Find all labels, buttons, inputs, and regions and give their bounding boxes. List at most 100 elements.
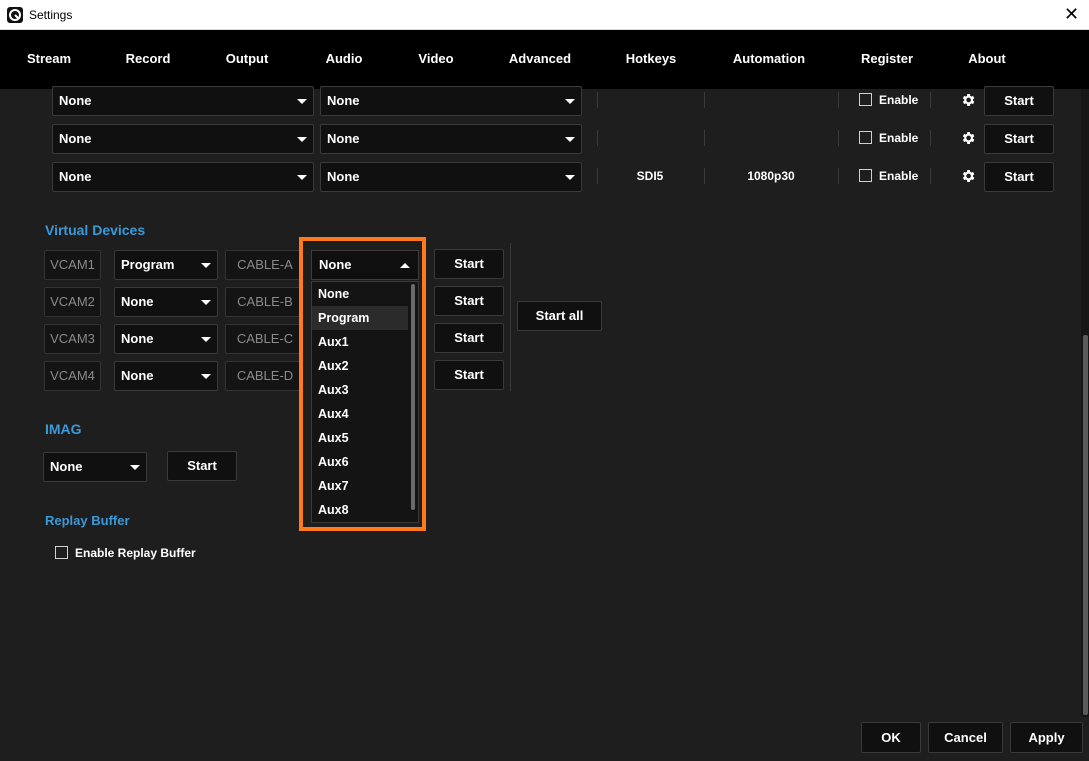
enable-checkbox[interactable] [859, 93, 872, 106]
vcam-start-button[interactable]: Start [434, 323, 504, 353]
divider [930, 168, 931, 184]
divider [704, 92, 705, 108]
divider [838, 92, 839, 108]
dropdown-option[interactable]: Aux2 [312, 354, 408, 378]
start-button[interactable]: Start [984, 86, 1054, 116]
gear-icon[interactable] [960, 168, 976, 184]
select-value: None [59, 169, 92, 184]
vcam-start-button[interactable]: Start [434, 360, 504, 390]
select-value: None [121, 368, 154, 383]
ok-button[interactable]: OK [861, 722, 921, 753]
vcam-start-button[interactable]: Start [434, 249, 504, 279]
vcam-cable: CABLE-A [225, 250, 305, 280]
enable-checkbox[interactable] [859, 131, 872, 144]
apply-button[interactable]: Apply [1010, 722, 1083, 753]
divider [597, 168, 598, 184]
gear-icon[interactable] [960, 130, 976, 146]
divider [838, 168, 839, 184]
tab-register[interactable]: Register [851, 30, 923, 89]
enable-label: Enable [879, 93, 919, 107]
chevron-down-icon [297, 99, 307, 104]
vcam-start-button[interactable]: Start [434, 286, 504, 316]
tab-stream[interactable]: Stream [15, 30, 83, 89]
tab-about[interactable]: About [958, 30, 1016, 89]
imag-heading: IMAG [45, 421, 82, 437]
chevron-down-icon [565, 99, 575, 104]
dropdown-option[interactable]: Aux8 [312, 498, 408, 522]
enable-checkbox[interactable] [859, 169, 872, 182]
replay-buffer-heading: Replay Buffer [45, 513, 130, 528]
tab-advanced[interactable]: Advanced [500, 30, 580, 89]
vcam-name: VCAM2 [44, 287, 101, 317]
enable-label: Enable [879, 131, 919, 145]
output-source-select[interactable]: None [52, 86, 314, 116]
vcam-source-select[interactable]: None [114, 361, 218, 391]
dropdown-option[interactable]: Aux3 [312, 378, 408, 402]
enable-label: Enable [879, 169, 919, 183]
divider [838, 130, 839, 146]
output-dropdown-highlight: None None Program Aux1 Aux2 Aux3 Aux4 Au… [299, 237, 426, 531]
chevron-down-icon [201, 300, 211, 305]
scrollbar-thumb[interactable] [1083, 335, 1088, 715]
enable-replay-buffer-checkbox[interactable] [55, 546, 68, 559]
output-target-select[interactable]: None [320, 162, 582, 192]
chevron-down-icon [201, 263, 211, 268]
output-select-open[interactable]: None [311, 250, 419, 280]
dropdown-scrollbar[interactable] [411, 284, 415, 510]
tab-video[interactable]: Video [406, 30, 466, 89]
dropdown-option[interactable]: Aux6 [312, 450, 408, 474]
start-button[interactable]: Start [984, 162, 1054, 192]
vcam-source-select[interactable]: None [114, 324, 218, 354]
divider [704, 130, 705, 146]
tab-output[interactable]: Output [197, 30, 297, 90]
output-target-select[interactable]: None [320, 124, 582, 154]
divider [597, 92, 598, 108]
chevron-down-icon [201, 337, 211, 342]
virtual-devices-heading: Virtual Devices [45, 222, 146, 238]
device-label: SDI5 [636, 169, 664, 183]
output-source-select[interactable]: None [52, 124, 314, 154]
divider [597, 130, 598, 146]
divider [510, 243, 511, 391]
output-target-select[interactable]: None [320, 86, 582, 116]
vcam-cable: CABLE-C [225, 324, 305, 354]
select-value: None [327, 93, 360, 108]
divider [704, 168, 705, 184]
close-icon[interactable]: ✕ [1064, 4, 1079, 25]
vcam-name: VCAM4 [44, 361, 101, 391]
gear-icon[interactable] [960, 92, 976, 108]
vcam-name: VCAM3 [44, 324, 101, 354]
divider [930, 130, 931, 146]
select-value: Program [121, 257, 175, 272]
tab-hotkeys[interactable]: Hotkeys [615, 30, 687, 89]
imag-start-button[interactable]: Start [167, 451, 237, 481]
tab-automation[interactable]: Automation [722, 30, 816, 89]
tab-record[interactable]: Record [114, 30, 182, 89]
dropdown-option[interactable]: Aux1 [312, 330, 408, 354]
select-value: None [50, 459, 83, 474]
output-source-select[interactable]: None [52, 162, 314, 192]
dropdown-option[interactable]: None [312, 282, 408, 306]
start-all-button[interactable]: Start all [517, 301, 602, 331]
start-button[interactable]: Start [984, 124, 1054, 154]
dropdown-option[interactable]: Program [312, 306, 408, 330]
chevron-down-icon [565, 175, 575, 180]
divider [930, 92, 931, 108]
dropdown-option[interactable]: Aux5 [312, 426, 408, 450]
tab-bar: Stream Record Output Audio Video Advance… [0, 30, 1089, 90]
cancel-button[interactable]: Cancel [928, 722, 1003, 753]
select-value: None [59, 131, 92, 146]
vcam-source-select[interactable]: Program [114, 250, 218, 280]
dropdown-option[interactable]: Aux7 [312, 474, 408, 498]
app-icon [7, 7, 23, 23]
select-value: None [59, 93, 92, 108]
select-value: None [319, 257, 352, 272]
vcam-source-select[interactable]: None [114, 287, 218, 317]
chevron-down-icon [130, 465, 140, 470]
title-bar: Settings ✕ [0, 0, 1089, 30]
window-title: Settings [29, 8, 73, 22]
select-value: None [121, 331, 154, 346]
dropdown-option[interactable]: Aux4 [312, 402, 408, 426]
imag-source-select[interactable]: None [43, 452, 147, 482]
tab-audio[interactable]: Audio [314, 30, 374, 89]
